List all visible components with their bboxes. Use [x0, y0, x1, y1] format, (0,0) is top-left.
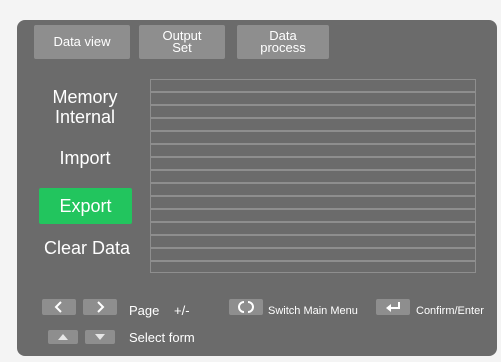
switch-icon [229, 299, 263, 315]
menu-item-export[interactable]: Export [39, 188, 132, 224]
table-row [151, 119, 475, 132]
table-row [151, 210, 475, 223]
table-row [151, 132, 475, 145]
legend-select-form: Select form [129, 330, 195, 345]
enter-icon [376, 299, 410, 315]
legend-page-keys: +/- [174, 303, 190, 318]
table-row [151, 145, 475, 158]
device-screen: Data view Output Set Data process Memory… [17, 20, 497, 356]
arrow-left-icon [42, 299, 76, 315]
table-row [151, 93, 475, 106]
tab-data-view[interactable]: Data view [34, 25, 130, 59]
table-row [151, 184, 475, 197]
legend-switch-main-menu: Switch Main Menu [268, 305, 358, 317]
arrow-down-icon [85, 330, 115, 344]
table-row [151, 197, 475, 210]
table-row [151, 106, 475, 119]
table-row [151, 158, 475, 171]
table-row [151, 223, 475, 236]
tab-data-process[interactable]: Data process [237, 25, 329, 59]
table-row [151, 236, 475, 249]
legend-page-label: Page [129, 303, 160, 318]
table-row [151, 249, 475, 262]
table-row [151, 80, 475, 93]
menu-item-import[interactable]: Import [32, 148, 138, 168]
menu-item-clear-data[interactable]: Clear Data [21, 238, 153, 258]
legend-confirm-enter: Confirm/Enter [416, 305, 484, 317]
menu-item-memory-internal[interactable]: Memory Internal [32, 87, 138, 127]
data-table [150, 79, 476, 273]
arrow-up-icon [48, 330, 78, 344]
table-row [151, 171, 475, 184]
tab-output-set[interactable]: Output Set [139, 25, 225, 59]
arrow-right-icon [83, 299, 117, 315]
